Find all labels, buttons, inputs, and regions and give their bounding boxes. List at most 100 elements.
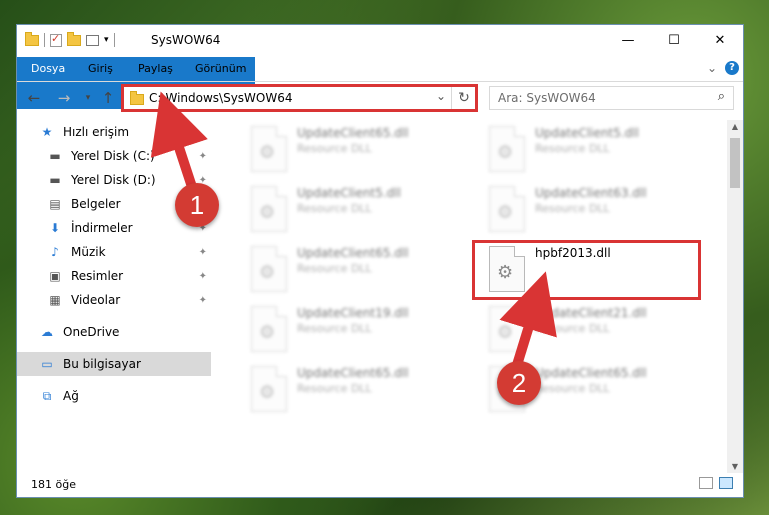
file-name: UpdateClient65.dll	[297, 126, 409, 140]
sidebar-item-label: Videolar	[71, 293, 121, 307]
file-name: UpdateClient65.dll	[535, 366, 647, 380]
help-icon[interactable]: ?	[725, 61, 739, 75]
music-icon: ♪	[51, 245, 59, 259]
search-input[interactable]: Ara: SysWOW64 ⌕	[489, 86, 734, 110]
sidebar-item-label: Hızlı erişim	[63, 125, 130, 139]
pin-icon[interactable]: ✦	[199, 151, 207, 162]
file-name: UpdateClient21.dll	[535, 306, 647, 320]
gear-icon: ⚙	[259, 322, 276, 343]
downloads-icon: ⬇	[49, 221, 61, 235]
file-item[interactable]: ⚙ UpdateClient19.dll Resource DLL	[239, 304, 449, 356]
scrollbar-thumb[interactable]	[730, 138, 740, 188]
tab-view[interactable]: Görünüm	[186, 57, 255, 81]
window-title: SysWOW64	[151, 33, 221, 47]
file-name: UpdateClient5.dll	[535, 126, 639, 140]
file-type: Resource DLL	[535, 202, 610, 215]
sidebar-item-network[interactable]: ⧉ Ağ	[17, 384, 211, 408]
file-highlight-box	[472, 240, 701, 300]
file-type: Resource DLL	[535, 142, 610, 155]
status-bar: 181 öğe	[17, 473, 743, 497]
sidebar-item-label: Müzik	[71, 245, 106, 259]
back-button[interactable]: ←	[25, 89, 43, 107]
new-folder-icon[interactable]	[67, 31, 81, 46]
file-type: Resource DLL	[297, 382, 372, 395]
drive-icon: ▬	[49, 149, 61, 163]
up-button[interactable]: ↑	[99, 89, 117, 107]
file-name: UpdateClient19.dll	[297, 306, 409, 320]
view-icon[interactable]	[86, 34, 99, 46]
maximize-button[interactable]: ☐	[651, 25, 697, 55]
vertical-scrollbar[interactable]: ▲ ▼	[727, 120, 743, 473]
gear-icon: ⚙	[259, 382, 276, 403]
file-name: UpdateClient65.dll	[297, 246, 409, 260]
file-item[interactable]: ⚙ UpdateClient5.dll Resource DLL	[239, 184, 449, 236]
file-type: Resource DLL	[297, 262, 372, 275]
gear-icon: ⚙	[497, 322, 514, 343]
file-item[interactable]: ⚙ UpdateClient21.dll Resource DLL	[477, 304, 687, 356]
expand-ribbon-icon[interactable]: ⌄	[707, 61, 717, 75]
pin-icon[interactable]: ✦	[199, 271, 207, 282]
sidebar-item-music[interactable]: ♪ Müzik ✦	[17, 240, 211, 264]
sidebar-item-label: OneDrive	[63, 325, 120, 339]
step-2-badge: 2	[497, 361, 541, 405]
recent-locations-button[interactable]: ▾	[79, 89, 97, 107]
gear-icon: ⚙	[259, 142, 276, 163]
file-type: Resource DLL	[535, 382, 610, 395]
address-highlight-box	[121, 84, 478, 112]
file-type: Resource DLL	[297, 322, 372, 335]
step-1-badge: 1	[175, 183, 219, 227]
scroll-up-icon[interactable]: ▲	[727, 122, 743, 131]
gear-icon: ⚙	[497, 142, 514, 163]
sidebar-item-drive[interactable]: ▬ Yerel Disk (C:) ✦	[17, 144, 211, 168]
gear-icon: ⚙	[497, 202, 514, 223]
sidebar-item-computer[interactable]: ▭ Bu bilgisayar	[17, 352, 211, 376]
star-icon: ★	[41, 125, 53, 139]
file-item[interactable]: ⚙ UpdateClient63.dll Resource DLL	[477, 184, 687, 236]
sidebar-item-star[interactable]: ★ Hızlı erişim	[17, 120, 211, 144]
view-switcher	[699, 477, 733, 489]
gear-icon: ⚙	[259, 202, 276, 223]
pictures-icon: ▣	[49, 269, 61, 283]
file-name: UpdateClient5.dll	[297, 186, 401, 200]
sidebar-item-label: Yerel Disk (D:)	[71, 173, 156, 187]
sidebar-item-pictures[interactable]: ▣ Resimler ✦	[17, 264, 211, 288]
sidebar-item-label: Resimler	[71, 269, 124, 283]
large-icons-view-icon[interactable]	[719, 477, 733, 489]
file-type: Resource DLL	[535, 322, 610, 335]
scroll-down-icon[interactable]: ▼	[727, 462, 743, 471]
details-view-icon[interactable]	[699, 477, 713, 489]
file-item[interactable]: ⚙ UpdateClient65.dll Resource DLL	[239, 124, 449, 176]
documents-icon: ▤	[49, 197, 61, 211]
network-icon: ⧉	[42, 389, 52, 403]
sidebar-item-cloud[interactable]: ☁ OneDrive	[17, 320, 211, 344]
item-count: 181 öğe	[31, 478, 76, 491]
file-name: UpdateClient65.dll	[297, 366, 409, 380]
toolbar-divider	[44, 33, 45, 47]
ribbon-right-controls: ⌄ ?	[707, 61, 739, 75]
pin-icon[interactable]: ✦	[199, 295, 207, 306]
tab-share[interactable]: Paylaş	[129, 57, 182, 81]
drive-icon: ▬	[49, 173, 61, 187]
sidebar-item-videos[interactable]: ▦ Videolar ✦	[17, 288, 211, 312]
pin-icon[interactable]: ✦	[199, 247, 207, 258]
search-icon[interactable]: ⌕	[718, 89, 725, 104]
toolbar-divider	[113, 33, 115, 47]
minimize-button[interactable]: —	[605, 25, 651, 55]
forward-button[interactable]: →	[55, 89, 73, 107]
file-type: Resource DLL	[297, 142, 372, 155]
file-item[interactable]: ⚙ UpdateClient65.dll Resource DLL	[239, 244, 449, 296]
computer-icon: ▭	[41, 357, 53, 371]
sidebar-item-label: Ağ	[63, 389, 79, 403]
close-button[interactable]: ✕	[697, 25, 743, 55]
navigation-pane: ★ Hızlı erişim ▬ Yerel Disk (C:) ✦ ▬ Yerel Dis…	[17, 120, 211, 473]
folder-icon	[25, 31, 39, 46]
cloud-icon: ☁	[41, 325, 53, 339]
properties-icon[interactable]	[50, 32, 62, 47]
file-item[interactable]: ⚙ UpdateClient65.dll Resource DLL	[239, 364, 449, 416]
sidebar-item-label: Bu bilgisayar	[63, 357, 141, 371]
customize-toolbar-icon[interactable]: ▾	[104, 35, 109, 45]
file-type: Resource DLL	[297, 202, 372, 215]
file-item[interactable]: ⚙ UpdateClient5.dll Resource DLL	[477, 124, 687, 176]
tab-home[interactable]: Giriş	[79, 57, 122, 81]
sidebar-item-label: Yerel Disk (C:)	[71, 149, 155, 163]
